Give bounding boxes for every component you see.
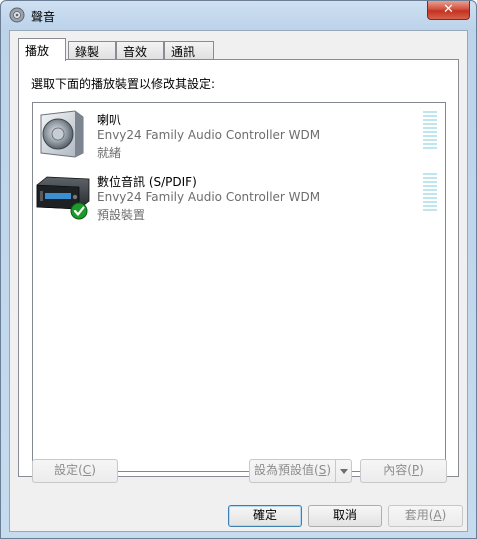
volume-level-meter	[423, 111, 437, 151]
playback-tab-panel: 選取下面的播放裝置以修改其設定: 喇叭 Envy24 Family Audio …	[18, 59, 459, 477]
configure-button[interactable]: 設定(C)	[32, 459, 118, 483]
tab-sounds[interactable]: 音效	[116, 41, 164, 59]
set-default-label: 設為預設值(	[254, 463, 319, 477]
instruction-label: 選取下面的播放裝置以修改其設定:	[31, 77, 216, 91]
ok-button[interactable]: 確定	[228, 505, 302, 527]
dialog-client-area: 播放 錄製 音效 通訊 選取下面的播放裝置以修改其設定: 喇叭 Envy24 F…	[9, 30, 468, 532]
window-title: 聲音	[31, 10, 56, 24]
close-icon: ✕	[443, 2, 454, 17]
speaker-icon	[40, 110, 84, 158]
tab-recording[interactable]: 錄製	[68, 41, 116, 59]
volume-level-meter	[423, 173, 437, 213]
apply-hotkey: A	[433, 508, 442, 522]
properties-label-end: )	[419, 463, 424, 477]
device-description: Envy24 Family Audio Controller WDM	[97, 128, 321, 142]
speaker-small-icon	[9, 7, 25, 23]
apply-label-end: )	[441, 508, 447, 522]
apply-label: 套用(	[404, 508, 434, 522]
apply-button[interactable]: 套用(A)	[388, 505, 463, 527]
sound-dialog-window: 聲音 ✕ 播放 錄製 音效 通訊 選取下面的播放裝置以修改其設定: 喇叭 Env…	[0, 0, 477, 539]
set-default-label-end: )	[326, 463, 331, 477]
configure-label: 設定(	[54, 463, 83, 477]
tab-communications[interactable]: 通訊	[164, 41, 214, 59]
cancel-button[interactable]: 取消	[308, 505, 382, 527]
device-status: 預設裝置	[97, 208, 146, 222]
configure-hotkey: C	[82, 463, 92, 477]
playback-device-list[interactable]: 喇叭 Envy24 Family Audio Controller WDM 就緒	[32, 102, 446, 472]
device-item-digital-audio[interactable]: 數位音訊 (S/PDIF) Envy24 Family Audio Contro…	[33, 167, 445, 225]
configure-label-end: )	[91, 463, 96, 477]
device-name: 喇叭	[97, 113, 122, 127]
device-description: Envy24 Family Audio Controller WDM	[97, 190, 321, 204]
digital-receiver-icon	[36, 176, 90, 220]
set-default-button[interactable]: 設為預設值(S)	[249, 459, 352, 483]
device-status: 就緒	[97, 146, 122, 160]
chevron-down-icon[interactable]	[335, 460, 351, 482]
close-button[interactable]: ✕	[427, 1, 470, 20]
device-item-speakers[interactable]: 喇叭 Envy24 Family Audio Controller WDM 就緒	[33, 105, 445, 163]
device-name: 數位音訊 (S/PDIF)	[97, 175, 197, 189]
tab-playback[interactable]: 播放	[18, 38, 66, 61]
properties-button[interactable]: 內容(P)	[360, 459, 447, 483]
title-bar[interactable]: 聲音 ✕	[1, 1, 476, 29]
properties-label: 內容(	[383, 463, 412, 477]
